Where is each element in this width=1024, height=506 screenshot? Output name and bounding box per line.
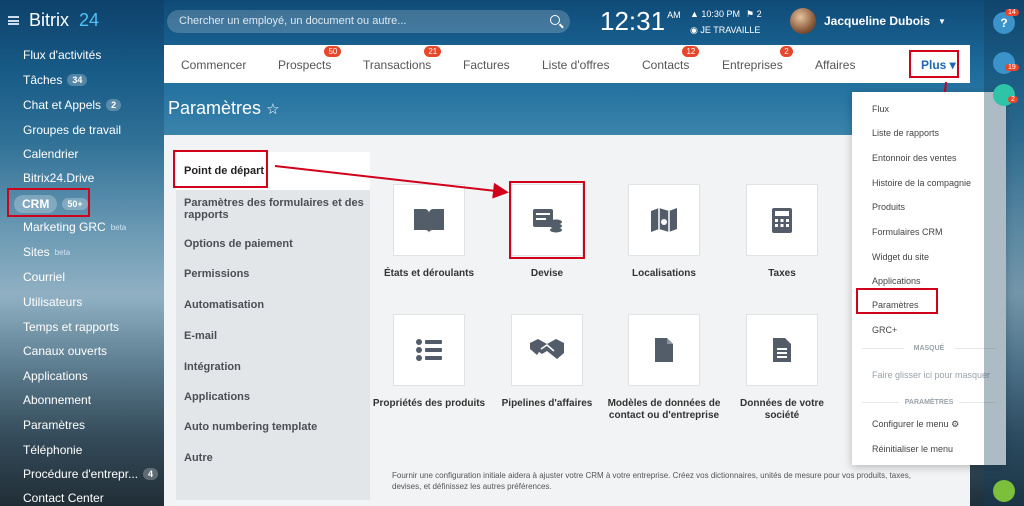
notification-badge: 19 xyxy=(1005,64,1019,71)
menu-item-histoire[interactable]: Histoire de la compagnie xyxy=(872,178,971,188)
gear-icon: ⚙ xyxy=(951,419,960,429)
chat-badge: 2 xyxy=(1008,96,1018,103)
menu-item-grc[interactable]: GRC+ xyxy=(872,325,897,335)
menu-item-applications[interactable]: Applications xyxy=(872,276,921,286)
section-title-parametres: PARAMÈTRES xyxy=(899,399,959,406)
right-rail xyxy=(984,0,1024,506)
menu-item-produits[interactable]: Produits xyxy=(872,202,905,212)
help-badge: 14 xyxy=(1005,9,1019,16)
hide-dropzone[interactable]: Faire glisser ici pour masquer xyxy=(872,370,990,380)
reset-menu-button[interactable]: Réinitialiser le menu xyxy=(872,444,953,454)
phone-icon[interactable] xyxy=(993,480,1015,502)
annotation-box-parametres xyxy=(856,288,938,314)
configure-menu-button[interactable]: Configurer le menu ⚙ xyxy=(872,419,959,430)
menu-item-entonnoir[interactable]: Entonnoir des ventes xyxy=(872,153,957,163)
menu-item-flux[interactable]: Flux xyxy=(872,104,889,114)
plus-dropdown: Flux Liste de rapports Entonnoir des ven… xyxy=(852,92,1006,465)
menu-item-formulaires[interactable]: Formulaires CRM xyxy=(872,227,943,237)
menu-item-widget[interactable]: Widget du site xyxy=(872,252,929,262)
section-title-masque: MASQUÉ xyxy=(904,345,954,352)
menu-item-rapports[interactable]: Liste de rapports xyxy=(872,128,939,138)
